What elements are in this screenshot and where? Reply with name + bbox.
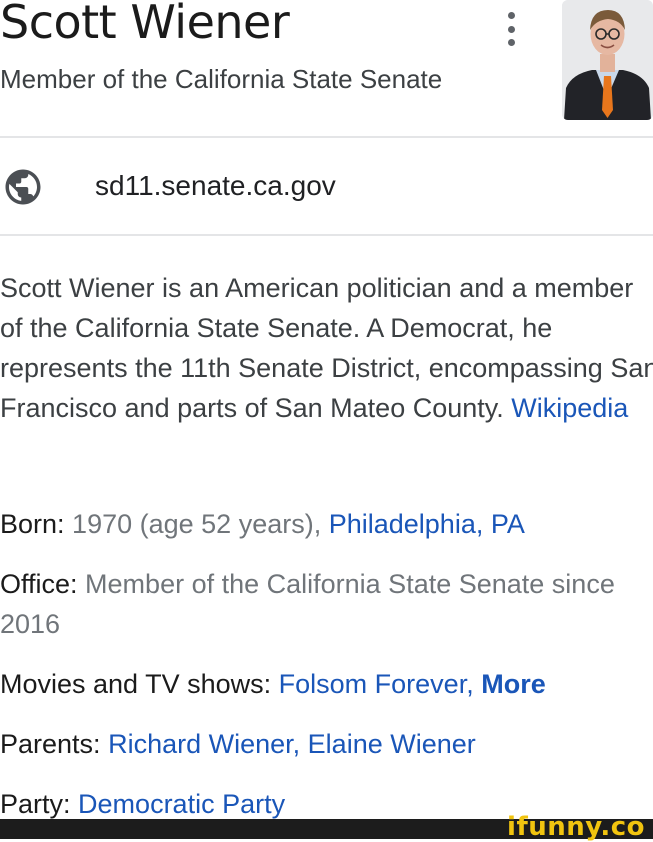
birthplace-link[interactable]: Philadelphia, PA bbox=[329, 509, 525, 539]
knowledge-panel-header: Scott Wiener Member of the California St… bbox=[0, 0, 653, 136]
profile-photo[interactable] bbox=[562, 0, 653, 120]
movie-link[interactable]: Folsom Forever bbox=[279, 669, 467, 699]
section-divider bbox=[0, 136, 653, 138]
menu-dot bbox=[507, 39, 515, 46]
fact-born: Born: 1970 (age 52 years), Philadelphia,… bbox=[0, 504, 653, 544]
more-vert-icon[interactable] bbox=[498, 12, 524, 46]
menu-dot bbox=[507, 25, 515, 33]
fact-label-office: Office: bbox=[0, 569, 78, 599]
fact-movies: Movies and TV shows: Folsom Forever, Mor… bbox=[0, 664, 653, 704]
section-divider bbox=[0, 234, 653, 236]
website-link[interactable]: sd11.senate.ca.gov bbox=[95, 168, 336, 204]
parent-link[interactable]: Richard Wiener bbox=[108, 729, 293, 759]
website-row[interactable]: sd11.senate.ca.gov bbox=[0, 140, 653, 232]
fact-value-office: Member of the California State Senate si… bbox=[0, 569, 615, 639]
watermark-bar: ifunny.co bbox=[0, 813, 653, 841]
party-link[interactable]: Democratic Party bbox=[78, 789, 285, 819]
movies-separator: , bbox=[466, 669, 482, 699]
panel-title: Scott Wiener bbox=[0, 0, 290, 49]
fact-label-party: Party: bbox=[0, 789, 71, 819]
fact-label-movies: Movies and TV shows: bbox=[0, 669, 272, 699]
ifunny-watermark: ifunny.co bbox=[507, 812, 645, 842]
description-paragraph: Scott Wiener is an American politician a… bbox=[0, 268, 653, 428]
fact-value-born: 1970 (age 52 years), bbox=[64, 509, 329, 539]
panel-subtitle: Member of the California State Senate bbox=[0, 64, 443, 94]
fact-parents: Parents: Richard Wiener, Elaine Wiener bbox=[0, 724, 653, 764]
fact-office: Office: Member of the California State S… bbox=[0, 564, 653, 644]
profile-photo-image bbox=[562, 0, 653, 120]
menu-dot bbox=[507, 12, 515, 19]
parent-link[interactable]: Elaine Wiener bbox=[308, 729, 476, 759]
fact-label-parents: Parents: bbox=[0, 729, 101, 759]
fact-label-born: Born: bbox=[0, 509, 65, 539]
parents-separator: , bbox=[292, 729, 308, 759]
globe-icon bbox=[5, 169, 41, 205]
wikipedia-link[interactable]: Wikipedia bbox=[511, 393, 628, 423]
movies-more-link[interactable]: More bbox=[481, 669, 546, 699]
